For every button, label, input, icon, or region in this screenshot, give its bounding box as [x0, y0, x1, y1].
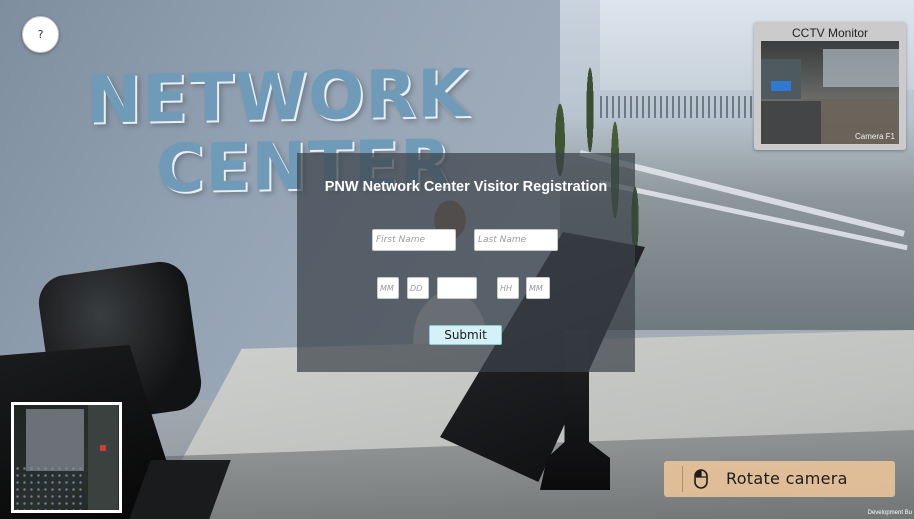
cctv-monitor[interactable]: CCTV Monitor Camera F1 — [754, 22, 906, 150]
last-name-input[interactable]: Last Name — [474, 229, 558, 251]
camera-label: Camera F1 — [854, 132, 895, 141]
registration-title: PNW Network Center Visitor Registration — [324, 179, 608, 195]
first-name-input[interactable]: First Name — [372, 229, 456, 251]
month-input[interactable]: MM — [377, 277, 399, 299]
cctv-title: CCTV Monitor — [791, 26, 868, 40]
help-button[interactable]: ? — [22, 16, 59, 53]
cctv-feed[interactable]: Camera F1 — [761, 41, 899, 144]
visitor-registration-panel: PNW Network Center Visitor Registration … — [297, 153, 635, 372]
minimap-road — [88, 405, 118, 510]
minimap[interactable] — [11, 402, 122, 513]
feed-wall — [761, 59, 801, 99]
player-marker — [100, 445, 106, 451]
development-build-label: Development Bu — [867, 510, 912, 516]
mouse-icon — [694, 469, 708, 489]
day-input[interactable]: DD — [407, 277, 429, 299]
minimap-vegetation — [14, 465, 84, 510]
year-input[interactable] — [437, 277, 477, 299]
rotate-camera-label: Rotate camera — [726, 469, 848, 488]
wall-sign-line1: NETWORK — [86, 54, 470, 139]
hour-input[interactable]: HH — [497, 277, 519, 299]
feed-window — [823, 49, 899, 87]
submit-button[interactable]: Submit — [429, 325, 502, 345]
feed-desk — [761, 101, 821, 144]
rotate-camera-hint: Rotate camera — [664, 461, 895, 497]
feed-chair — [771, 81, 791, 91]
minute-input[interactable]: MM — [526, 277, 550, 299]
minimap-building — [26, 409, 84, 471]
hint-divider — [682, 466, 683, 492]
